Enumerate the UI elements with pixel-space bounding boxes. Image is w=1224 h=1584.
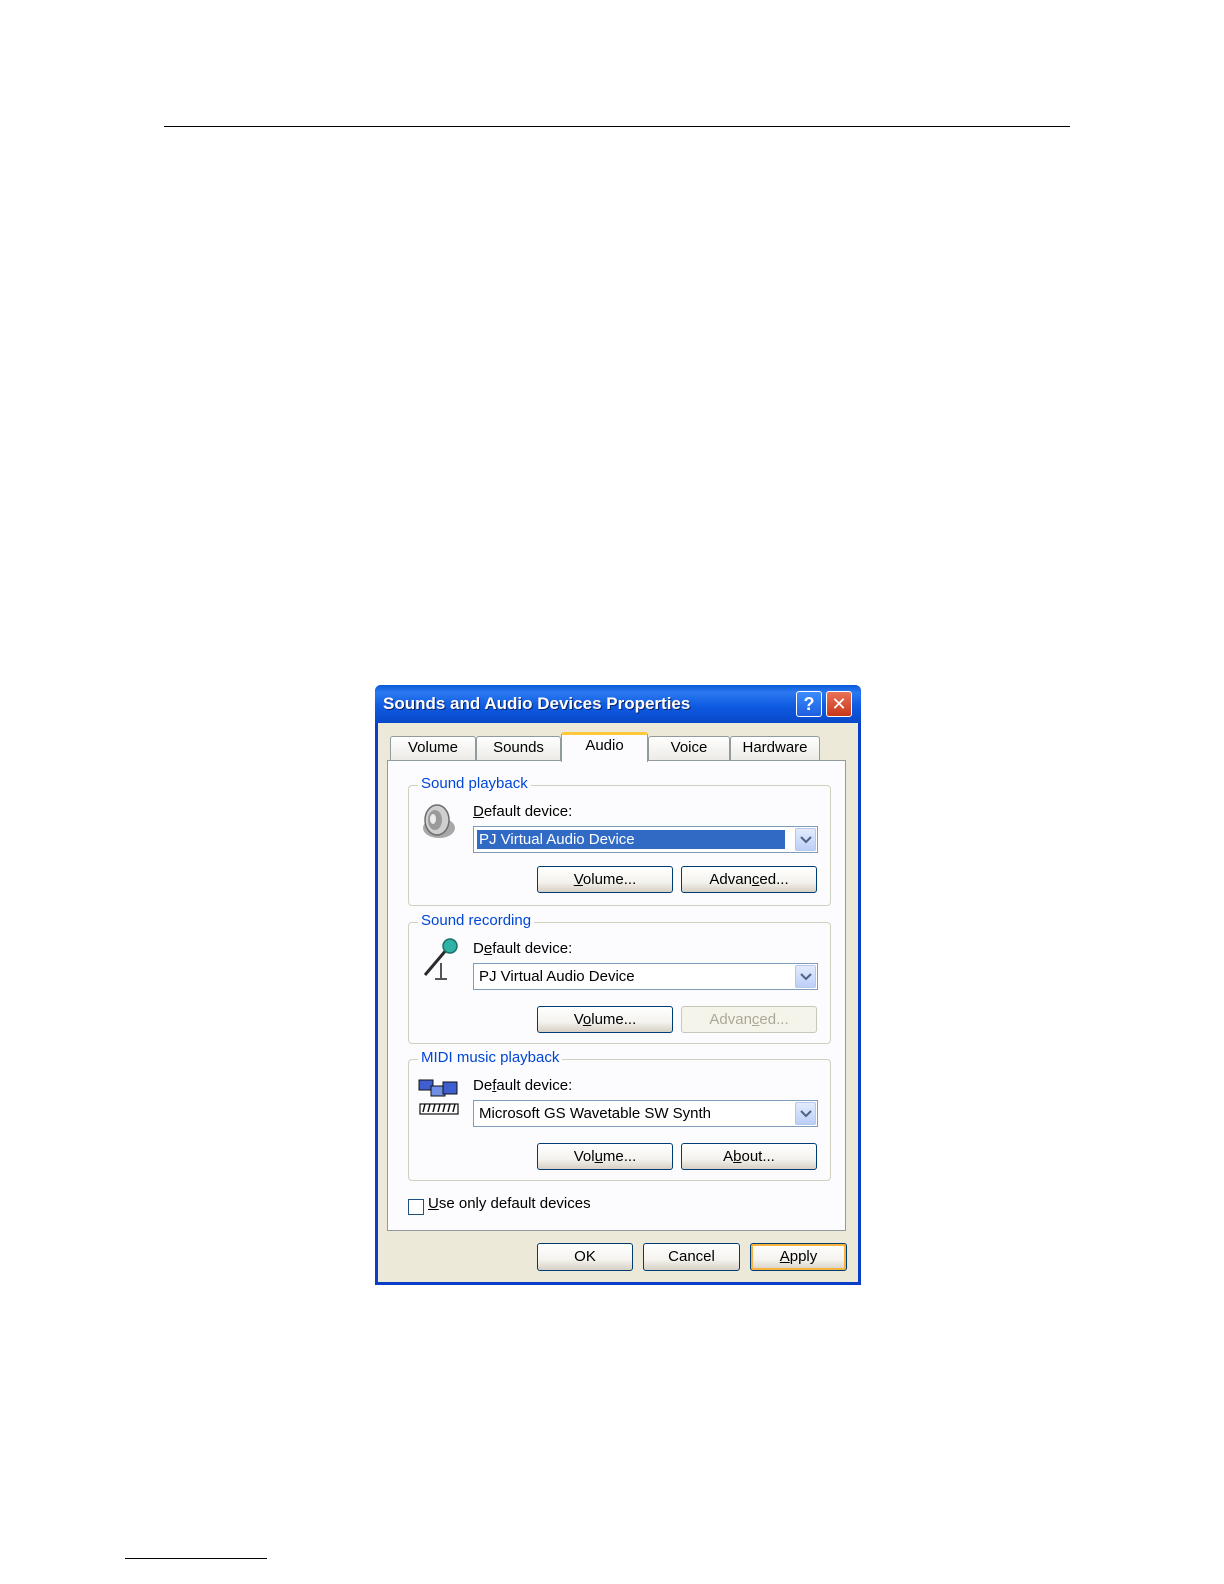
- use-default-devices-checkbox[interactable]: [408, 1199, 424, 1215]
- chevron-down-icon: [800, 973, 812, 981]
- tab-voice[interactable]: Voice: [648, 736, 730, 760]
- page-top-rule: [164, 126, 1070, 127]
- default-device-label: Default device:: [473, 940, 573, 957]
- playback-advanced-button[interactable]: Advanced...: [681, 866, 817, 893]
- recording-advanced-button: Advanced...: [681, 1006, 817, 1033]
- midi-volume-button[interactable]: Volume...: [537, 1143, 673, 1170]
- default-device-label: Default device:: [473, 1077, 573, 1094]
- close-icon: ✕: [831, 694, 847, 714]
- selected-device: PJ Virtual Audio Device: [479, 968, 635, 985]
- midi-playback-group: MIDI music playback Default device: Micr…: [408, 1049, 831, 1181]
- audio-tab-panel: Sound playback Default device: PJ Virtua…: [387, 760, 846, 1231]
- tab-hardware[interactable]: Hardware: [730, 736, 820, 760]
- tab-label: Sounds: [493, 739, 544, 756]
- selected-device: Microsoft GS Wavetable SW Synth: [479, 1105, 712, 1122]
- tab-audio[interactable]: Audio: [561, 732, 648, 762]
- chevron-down-icon: [800, 836, 812, 844]
- recording-device-select[interactable]: PJ Virtual Audio Device: [473, 963, 818, 990]
- recording-volume-button[interactable]: Volume...: [537, 1006, 673, 1033]
- window-title: Sounds and Audio Devices Properties: [383, 694, 691, 713]
- dropdown-button[interactable]: [795, 1102, 816, 1125]
- speaker-icon: [417, 800, 461, 844]
- chevron-down-icon: [800, 1110, 812, 1118]
- title-bar[interactable]: Sounds and Audio Devices Properties ? ✕: [375, 685, 861, 723]
- tab-volume[interactable]: Volume: [390, 736, 476, 760]
- help-icon: ?: [803, 694, 815, 714]
- playback-volume-button[interactable]: Volume...: [537, 866, 673, 893]
- help-button[interactable]: ?: [796, 691, 822, 717]
- microphone-icon: [417, 937, 461, 981]
- midi-device-select[interactable]: Microsoft GS Wavetable SW Synth: [473, 1100, 818, 1127]
- apply-button[interactable]: Apply: [750, 1243, 847, 1271]
- dropdown-button[interactable]: [795, 965, 816, 988]
- tab-label: Hardware: [742, 739, 808, 756]
- tab-label: Audio: [585, 737, 624, 754]
- group-title: Sound recording: [418, 912, 535, 929]
- selected-device: PJ Virtual Audio Device: [476, 829, 786, 850]
- group-title: Sound playback: [418, 775, 531, 792]
- default-device-label: Default device:: [473, 803, 573, 820]
- dialog-client-area: Volume Sounds Audio Voice Hardware Sound…: [378, 723, 858, 1282]
- tab-sounds[interactable]: Sounds: [476, 736, 561, 760]
- group-title: MIDI music playback: [418, 1049, 563, 1066]
- tab-label: Volume: [407, 739, 459, 756]
- midi-keyboard-icon: [417, 1074, 461, 1118]
- use-default-devices-label[interactable]: Use only default devices: [428, 1195, 591, 1212]
- close-button[interactable]: ✕: [826, 691, 852, 717]
- properties-dialog: Sounds and Audio Devices Properties ? ✕ …: [375, 685, 861, 1285]
- dropdown-button[interactable]: [795, 828, 816, 851]
- cancel-button[interactable]: Cancel: [643, 1243, 740, 1271]
- sound-playback-group: Sound playback Default device: PJ Virtua…: [408, 775, 831, 906]
- ok-button[interactable]: OK: [537, 1243, 633, 1271]
- playback-device-select[interactable]: PJ Virtual Audio Device: [473, 826, 818, 853]
- sound-recording-group: Sound recording Default device: PJ Virtu…: [408, 912, 831, 1044]
- midi-about-button[interactable]: About...: [681, 1143, 817, 1170]
- page-bottom-rule: [125, 1558, 267, 1559]
- tab-label: Voice: [670, 739, 708, 756]
